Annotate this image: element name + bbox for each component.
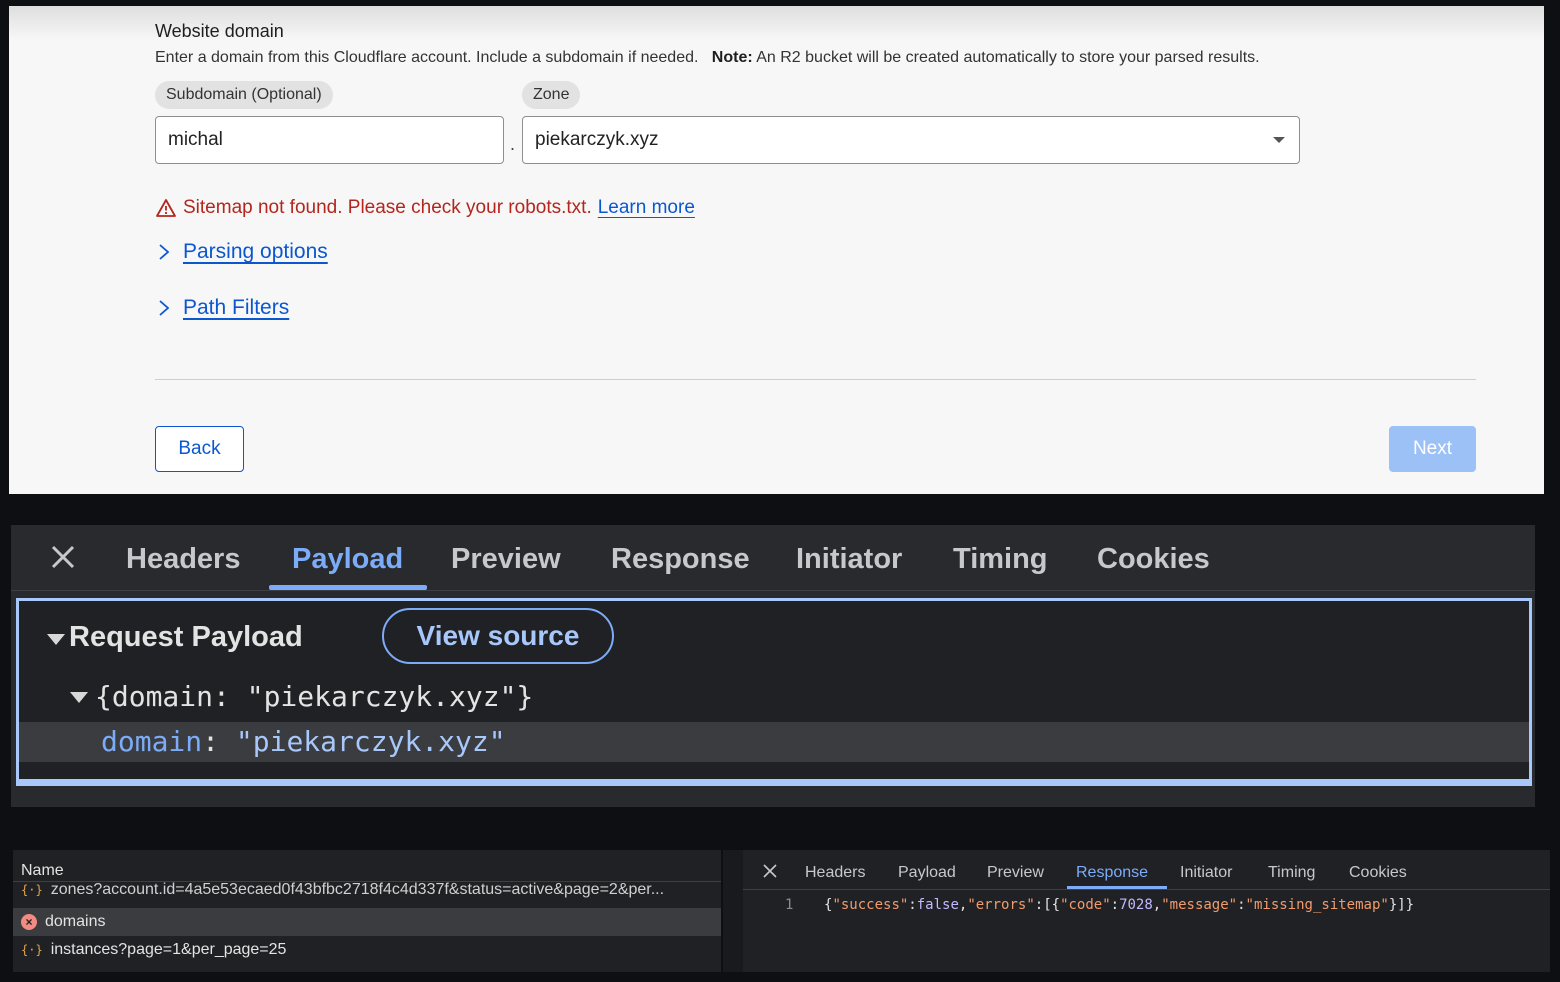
- tab-timing[interactable]: Timing: [1268, 864, 1315, 882]
- warning-icon: [156, 199, 176, 217]
- json-value-code: 7028: [1119, 897, 1153, 913]
- active-tab-indicator: [1067, 886, 1167, 889]
- chevron-right-icon: [159, 300, 170, 316]
- response-body: {"success":false,"errors":[{"code":7028,…: [824, 897, 1415, 913]
- table-row[interactable]: {·} instances?page=1&per_page=25: [13, 936, 721, 964]
- table-row[interactable]: {·} zones?account.id=4a5e53ecaed0f43bfbc…: [13, 880, 721, 900]
- collapse-triangle-icon[interactable]: [47, 634, 65, 645]
- tab-preview[interactable]: Preview: [987, 864, 1044, 882]
- section-title: Website domain: [155, 21, 284, 41]
- path-filters-label: Path Filters: [183, 296, 290, 319]
- panel-splitter[interactable]: [723, 850, 743, 972]
- devtools-tab-bar: Headers Payload Preview Response Initiat…: [11, 525, 1535, 591]
- frame-bottom-border: [16, 782, 1532, 786]
- name-column-header[interactable]: Name: [13, 850, 721, 882]
- tab-initiator[interactable]: Initiator: [796, 543, 902, 576]
- tab-cookies[interactable]: Cookies: [1097, 543, 1210, 576]
- error-text: Sitemap not found. Please check your rob…: [183, 197, 592, 218]
- json-icon: {·}: [21, 883, 43, 897]
- tab-initiator[interactable]: Initiator: [1180, 864, 1232, 882]
- active-tab-indicator: [269, 585, 427, 590]
- payload-object-summary: {domain: "piekarczyk.xyz"}: [95, 680, 534, 713]
- json-value-message: "missing_sitemap": [1245, 897, 1389, 913]
- table-row[interactable]: × domains: [13, 908, 721, 936]
- zone-label: Zone: [522, 81, 581, 109]
- form-divider: [155, 379, 1476, 380]
- tab-preview[interactable]: Preview: [451, 543, 561, 576]
- expand-triangle-icon[interactable]: [70, 692, 88, 703]
- section-description: Enter a domain from this Cloudflare acco…: [155, 49, 1260, 67]
- tab-payload[interactable]: Payload: [898, 864, 956, 882]
- description-text: Enter a domain from this Cloudflare acco…: [155, 49, 699, 66]
- zone-select[interactable]: piekarczyk.xyz: [522, 116, 1300, 164]
- tab-headers[interactable]: Headers: [805, 864, 865, 882]
- json-key-code: "code": [1060, 897, 1111, 913]
- response-panel: Headers Payload Preview Response Initiat…: [743, 850, 1550, 972]
- request-name: domains: [45, 913, 106, 930]
- subdomain-input[interactable]: michal: [155, 116, 504, 164]
- json-value-success: false: [916, 897, 959, 913]
- note-label: Note:: [711, 49, 753, 66]
- network-request-list: Name {·} zones?account.id=4a5e53ecaed0f4…: [13, 850, 721, 972]
- response-tab-bar: Headers Payload Preview Response Initiat…: [743, 850, 1550, 890]
- subdomain-label: Subdomain (Optional): [155, 81, 333, 109]
- json-key-success: "success": [832, 897, 909, 913]
- view-source-button[interactable]: View source: [382, 608, 614, 664]
- json-close: }]}: [1388, 897, 1415, 913]
- sitemap-error: Sitemap not found. Please check your rob…: [155, 197, 695, 219]
- close-icon[interactable]: [49, 543, 77, 571]
- devtools-payload-panel: Headers Payload Preview Response Initiat…: [11, 525, 1535, 807]
- property-colon: :: [202, 725, 236, 758]
- domain-form-panel: Website domain Enter a domain from this …: [9, 6, 1544, 494]
- request-name: zones?account.id=4a5e53ecaed0f43bfbc2718…: [50, 881, 665, 898]
- error-icon: ×: [21, 914, 37, 930]
- dropdown-arrow-icon: [1273, 137, 1285, 143]
- parsing-options-toggle[interactable]: Parsing options: [157, 240, 328, 264]
- tab-response[interactable]: Response: [1076, 864, 1148, 882]
- chevron-right-icon: [159, 244, 170, 260]
- path-filters-toggle[interactable]: Path Filters: [157, 296, 289, 320]
- property-key: domain: [101, 725, 203, 758]
- next-button[interactable]: Next: [1389, 426, 1476, 472]
- property-line: domain: "piekarczyk.xyz": [101, 725, 506, 758]
- tab-response[interactable]: Response: [611, 543, 750, 576]
- request-payload-title: Request Payload: [69, 621, 303, 653]
- tab-payload[interactable]: Payload: [292, 543, 403, 576]
- request-payload-section: Request Payload View source {domain: "pi…: [16, 598, 1532, 782]
- line-number: 1: [785, 897, 794, 913]
- domain-separator: .: [510, 134, 516, 154]
- learn-more-link[interactable]: Learn more: [598, 197, 695, 219]
- payload-property-row[interactable]: domain: "piekarczyk.xyz": [19, 722, 1529, 762]
- tab-timing[interactable]: Timing: [953, 543, 1048, 576]
- property-value: "piekarczyk.xyz": [235, 725, 506, 758]
- zone-selected-value: piekarczyk.xyz: [535, 129, 659, 150]
- json-icon: {·}: [21, 943, 43, 957]
- request-name: instances?page=1&per_page=25: [50, 941, 287, 958]
- close-icon[interactable]: [763, 864, 777, 878]
- parsing-options-label: Parsing options: [183, 240, 328, 263]
- tab-headers[interactable]: Headers: [126, 543, 240, 576]
- json-key-errors: "errors": [967, 897, 1035, 913]
- json-key-message: "message": [1161, 897, 1238, 913]
- back-button[interactable]: Back: [155, 426, 244, 472]
- note-text: An R2 bucket will be created automatical…: [756, 49, 1260, 66]
- tab-cookies[interactable]: Cookies: [1349, 864, 1407, 882]
